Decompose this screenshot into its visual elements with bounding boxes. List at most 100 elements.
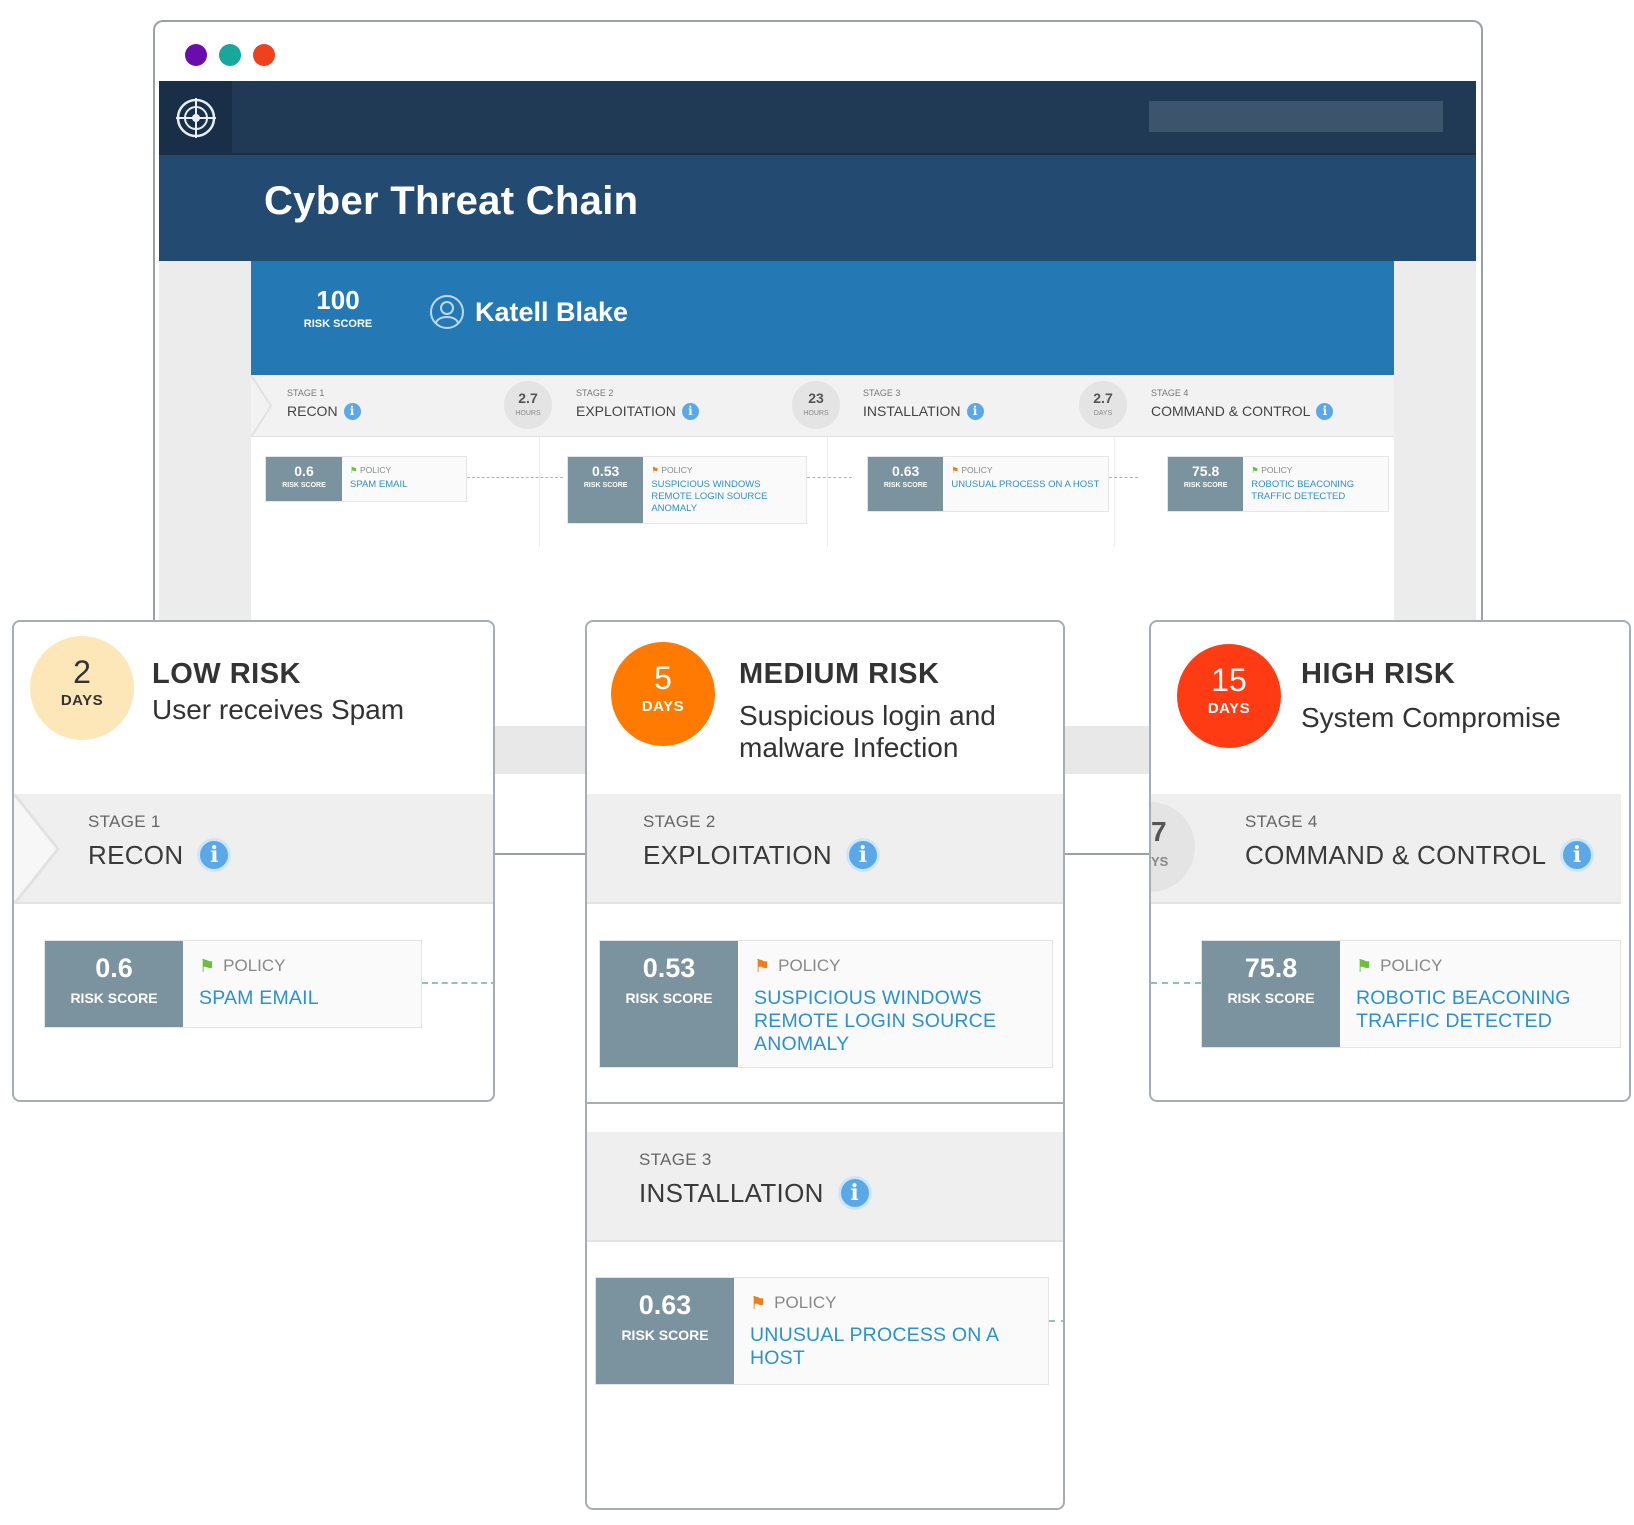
info-icon[interactable]: i bbox=[343, 402, 361, 420]
risk-description: malware Infection bbox=[739, 732, 959, 763]
risk-description: User receives Spam bbox=[152, 694, 405, 725]
browser-window: Cyber Threat Chain 100 RISK SCORE Katell… bbox=[153, 20, 1483, 620]
policy-link[interactable]: ROBOTIC BEACONING TRAFFIC DETECTED bbox=[1251, 479, 1380, 503]
threat-chain-content: 100 RISK SCORE Katell Blake STAGE 1 RECO… bbox=[251, 261, 1394, 620]
connector-line bbox=[422, 982, 493, 984]
user-bar: 100 RISK SCORE Katell Blake bbox=[251, 261, 1394, 375]
duration-badge: 7 YS bbox=[1151, 802, 1195, 892]
stage-1-card[interactable]: 0.6 RISK SCORE ⚑ POLICY SPAM EMAIL bbox=[265, 456, 467, 502]
duration-unit: DAYS bbox=[1093, 410, 1113, 417]
stage-4-header[interactable]: STAGE 4 COMMAND & CONTROL i bbox=[1151, 387, 1334, 423]
connector-line bbox=[493, 853, 585, 855]
divider bbox=[1114, 437, 1115, 547]
days-value: 5 bbox=[654, 660, 672, 696]
risk-score-value: 0.63 bbox=[892, 463, 920, 479]
stage-name: EXPLOITATION bbox=[576, 403, 676, 419]
chevron-right-icon bbox=[14, 794, 60, 904]
connector-line bbox=[807, 477, 852, 478]
stage-label: STAGE 1 bbox=[88, 812, 161, 831]
risk-score-value: 0.6 bbox=[294, 463, 314, 479]
stage-4-card[interactable]: 75.8 RISK SCORE ⚑ POLICY ROBOTIC BEACONI… bbox=[1167, 456, 1389, 512]
purple-dot[interactable] bbox=[185, 44, 207, 66]
duration-badge: 2.7 DAYS bbox=[1079, 381, 1127, 429]
risk-score-box: 0.53 RISK SCORE bbox=[600, 941, 738, 1067]
risk-score-value: 0.53 bbox=[592, 463, 620, 479]
policy-label: POLICY bbox=[661, 465, 693, 475]
stage-3-header[interactable]: STAGE 3 INSTALLATION i bbox=[587, 1132, 1063, 1242]
stage-2-card[interactable]: 0.53 RISK SCORE ⚑ POLICY SUSPICIOUS WINDO… bbox=[599, 940, 1053, 1068]
logo[interactable] bbox=[159, 81, 232, 155]
policy-link[interactable]: UNUSUAL PROCESS ON A HOST bbox=[750, 1324, 1028, 1370]
stage-3-header[interactable]: STAGE 3 INSTALLATION i bbox=[863, 387, 984, 423]
medium-risk-panel: 5 DAYS MEDIUM RISK Suspicious login and … bbox=[585, 620, 1065, 1510]
connector-line bbox=[1151, 982, 1201, 984]
policy-label: POLICY bbox=[1261, 465, 1293, 475]
policy-link[interactable]: SUSPICIOUS WINDOWS REMOTE LOGIN SOURCE A… bbox=[754, 987, 1032, 1056]
flag-icon: ⚑ bbox=[199, 956, 216, 976]
policy-link[interactable]: ROBOTIC BEACONING TRAFFIC DETECTED bbox=[1356, 987, 1594, 1033]
risk-score-value: 75.8 bbox=[1192, 463, 1220, 479]
user-risk-value: 100 bbox=[316, 285, 360, 315]
stage-2-header[interactable]: STAGE 2 EXPLOITATION i bbox=[587, 794, 1063, 904]
red-dot[interactable] bbox=[253, 44, 275, 66]
stage-4-card[interactable]: 75.8 RISK SCORE ⚑ POLICY ROBOTIC BEACONIN… bbox=[1201, 940, 1621, 1048]
risk-score-box: 0.63 RISK SCORE bbox=[868, 457, 944, 511]
risk-score-label: RISK SCORE bbox=[883, 482, 928, 489]
app-topbar bbox=[159, 81, 1476, 155]
duration-value: 2.7 bbox=[518, 390, 538, 406]
risk-score-label: RISK SCORE bbox=[70, 990, 158, 1006]
policy-link[interactable]: SPAM EMAIL bbox=[199, 987, 319, 1010]
user-name-link[interactable]: Katell Blake bbox=[429, 294, 628, 330]
days-label: DAYS bbox=[1207, 700, 1251, 717]
stage-1-header[interactable]: STAGE 1 RECON i bbox=[287, 387, 361, 423]
flag-icon: ⚑ bbox=[951, 465, 959, 475]
divider bbox=[827, 437, 828, 547]
teal-dot[interactable] bbox=[219, 44, 241, 66]
stage-3-card[interactable]: 0.63 RISK SCORE ⚑ POLICY UNUSUAL PROCESS … bbox=[595, 1277, 1049, 1385]
info-icon[interactable]: i bbox=[966, 402, 984, 420]
info-icon[interactable]: i bbox=[837, 1176, 872, 1210]
stage-label: STAGE 2 bbox=[576, 388, 614, 398]
stage-name: EXPLOITATION bbox=[643, 839, 833, 870]
stage-3-card[interactable]: 0.63 RISK SCORE ⚑ POLICY UNUSUAL PROCESS… bbox=[867, 456, 1109, 512]
user-circle-icon bbox=[430, 295, 464, 329]
policy-link[interactable]: SPAM EMAIL bbox=[350, 479, 407, 491]
risk-score-label: RISK SCORE bbox=[1183, 482, 1228, 489]
stage-4-header[interactable]: 7 YS STAGE 4 COMMAND & CONTROL i bbox=[1151, 794, 1621, 904]
risk-score-box: 0.6 RISK SCORE bbox=[266, 457, 342, 501]
info-icon[interactable]: i bbox=[197, 838, 232, 872]
stage-2-card[interactable]: 0.53 RISK SCORE ⚑ POLICY SUSPICIOUS WIND… bbox=[567, 456, 807, 524]
high-risk-panel: 15 DAYS HIGH RISK System Compromise 7 YS… bbox=[1149, 620, 1631, 1102]
info-icon[interactable]: i bbox=[1560, 838, 1595, 872]
policy-label: POLICY bbox=[223, 956, 286, 975]
stage-name: INSTALLATION bbox=[639, 1177, 824, 1208]
info-icon[interactable]: i bbox=[1316, 402, 1334, 420]
risk-score-label: RISK SCORE bbox=[621, 1327, 709, 1343]
days-value: 2 bbox=[73, 654, 91, 690]
target-globe-icon bbox=[175, 98, 216, 138]
stage-name: RECON bbox=[88, 839, 184, 870]
duration-value: 2.7 bbox=[1093, 390, 1113, 406]
info-icon[interactable]: i bbox=[681, 402, 699, 420]
stage-1-card[interactable]: 0.6 RISK SCORE ⚑ POLICY SPAM EMAIL bbox=[44, 940, 422, 1028]
flag-icon: ⚑ bbox=[1251, 465, 1259, 475]
policy-label: POLICY bbox=[360, 465, 392, 475]
info-icon[interactable]: i bbox=[846, 838, 881, 872]
days-label: DAYS bbox=[641, 698, 685, 715]
risk-level-title: HIGH RISK bbox=[1301, 658, 1456, 690]
stage-2-header[interactable]: STAGE 2 EXPLOITATION i bbox=[576, 387, 699, 423]
duration-unit: HOURS bbox=[515, 410, 541, 417]
policy-label: POLICY bbox=[961, 465, 993, 475]
policy-link[interactable]: UNUSUAL PROCESS ON A HOST bbox=[951, 479, 1100, 491]
stage-name: RECON bbox=[287, 403, 338, 419]
search-bar[interactable] bbox=[1149, 101, 1443, 132]
flag-icon: ⚑ bbox=[754, 956, 771, 976]
left-gutter bbox=[159, 261, 251, 620]
connector-band bbox=[1063, 726, 1151, 774]
policy-link[interactable]: SUSPICIOUS WINDOWS REMOTE LOGIN SOURCE A… bbox=[651, 479, 798, 515]
risk-score-box: 75.8 RISK SCORE bbox=[1202, 941, 1340, 1047]
risk-score-value: 0.63 bbox=[638, 1290, 692, 1320]
stage-1-header[interactable]: STAGE 1 RECON i bbox=[14, 794, 493, 904]
stage-label: STAGE 4 bbox=[1245, 812, 1318, 831]
policy-label: POLICY bbox=[774, 1293, 837, 1312]
